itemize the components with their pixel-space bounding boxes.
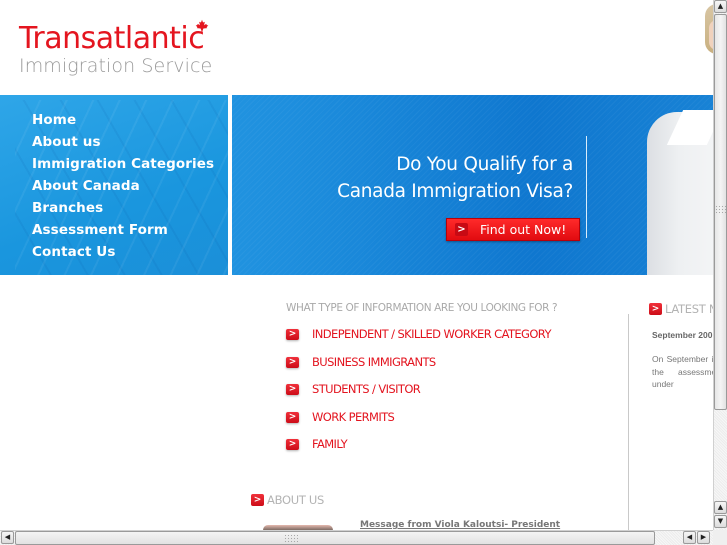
nav-item-assessment-form[interactable]: Assessment Form <box>32 219 214 241</box>
arrow-down-icon: ▼ <box>717 517 724 525</box>
news-date: September 200 <box>652 330 713 340</box>
about-us-title: ABOUT US <box>267 492 325 507</box>
nav-item-branches[interactable]: Branches <box>32 197 214 219</box>
horizontal-scrollbar[interactable]: ◀ ◀ ▶ <box>0 530 713 545</box>
arrow-right-icon: ▶ <box>700 533 707 541</box>
category-label: FAMILY <box>312 437 348 451</box>
chevron-right-icon: > <box>649 302 662 315</box>
latest-news-heading: > LATEST N <box>649 298 713 317</box>
scroll-up-button[interactable]: ▲ <box>714 0 727 13</box>
chevron-right-icon: > <box>286 356 299 368</box>
scroll-left-button-right[interactable]: ◀ <box>683 531 696 544</box>
nav-item-immigration-categories[interactable]: Immigration Categories <box>32 153 214 175</box>
nav-item-about-us[interactable]: About us <box>32 131 214 153</box>
hero-banner: Home About us Immigration Categories Abo… <box>0 95 713 275</box>
main-nav: Home About us Immigration Categories Abo… <box>32 109 214 263</box>
vertical-scroll-thumb[interactable] <box>714 14 727 410</box>
vertical-scrollbar[interactable]: ▲ ▲ ▼ <box>713 0 727 530</box>
president-message-link[interactable]: Message from Viola Kaloutsi- President <box>360 520 560 530</box>
scrollbar-corner <box>713 530 727 545</box>
news-column-divider <box>628 314 629 530</box>
category-label: WORK PERMITS <box>312 409 395 424</box>
main-nav-panel: Home About us Immigration Categories Abo… <box>0 95 228 275</box>
chevron-right-icon: > <box>251 493 264 506</box>
promo-divider <box>586 136 587 238</box>
info-heading: WHAT TYPE OF INFORMATION ARE YOU LOOKING… <box>286 302 558 314</box>
promo-line-2: Canada Immigration Visa? <box>337 181 573 202</box>
nav-item-home[interactable]: Home <box>32 109 214 131</box>
nav-item-about-canada[interactable]: About Canada <box>32 175 214 197</box>
scroll-down-button[interactable]: ▼ <box>714 515 727 528</box>
latest-news-title: LATEST N <box>665 301 713 316</box>
scroll-left-button[interactable]: ◀ <box>1 531 14 544</box>
category-label: INDEPENDENT / SKILLED WORKER CATEGORY <box>312 327 551 341</box>
logo-title: Transatlantic <box>19 21 205 56</box>
page-viewport: Transatlantic Immigration Service Home A… <box>0 0 713 530</box>
promo-line-1: Do You Qualify for a <box>396 154 573 175</box>
scroll-right-button[interactable]: ▶ <box>697 531 710 544</box>
horizontal-scroll-thumb[interactable] <box>15 531 655 545</box>
promo-area: Do You Qualify for a Canada Immigration … <box>232 95 713 275</box>
maple-leaf-icon <box>195 19 209 33</box>
arrow-up-icon: ▲ <box>717 503 724 511</box>
chevron-right-icon: > <box>286 439 299 450</box>
find-out-now-label: Find out Now! <box>480 222 567 237</box>
arrow-up-icon: ▲ <box>717 2 724 10</box>
scroll-up-button-lower[interactable]: ▲ <box>714 501 727 514</box>
businesswoman-image <box>645 0 713 275</box>
chevron-right-icon: > <box>455 223 468 236</box>
about-us-heading: > ABOUT US <box>251 489 324 508</box>
find-out-now-button[interactable]: > Find out Now! <box>446 218 580 241</box>
grip-icon <box>715 205 727 215</box>
site-logo[interactable]: Transatlantic Immigration Service <box>19 19 213 77</box>
chevron-right-icon: > <box>286 384 299 395</box>
news-body: On September introduced a ne the assessm… <box>652 354 713 389</box>
category-label: STUDENTS / VISITOR <box>312 382 421 396</box>
nav-item-contact-us[interactable]: Contact Us <box>32 241 214 263</box>
chevron-right-icon: > <box>286 329 299 340</box>
grip-icon <box>284 534 298 544</box>
logo-subtitle: Immigration Service <box>19 55 213 77</box>
arrow-left-icon: ◀ <box>4 533 11 541</box>
promo-headline: Do You Qualify for a Canada Immigration … <box>337 151 573 205</box>
chevron-right-icon: > <box>286 411 299 423</box>
category-label: BUSINESS IMMIGRANTS <box>312 354 436 369</box>
arrow-left-icon: ◀ <box>686 533 693 541</box>
